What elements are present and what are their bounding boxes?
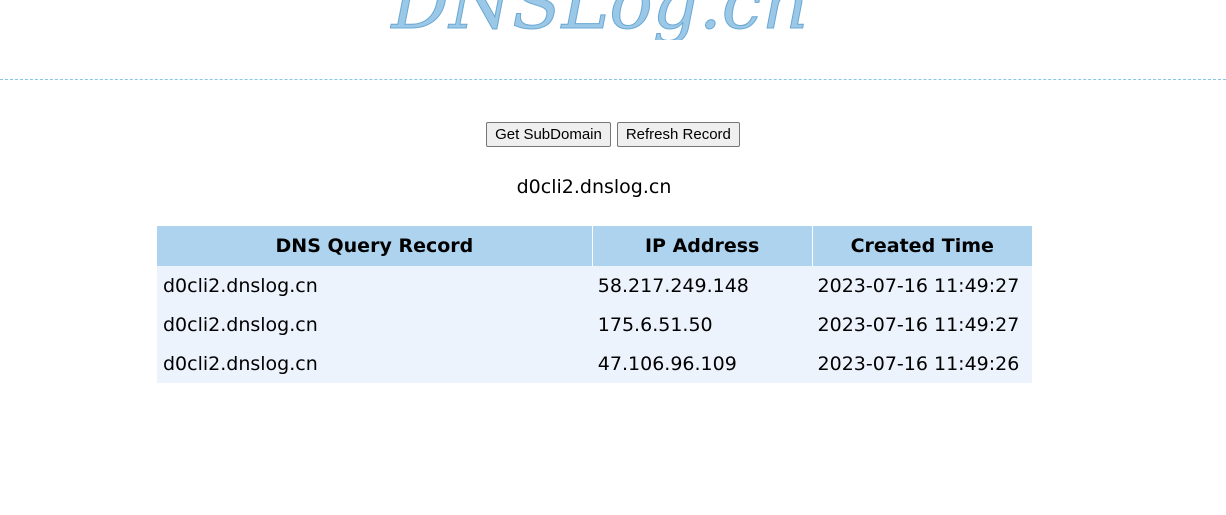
- logo-area: DNSLog.cn: [0, 0, 1226, 40]
- table-row: d0cli2.dnslog.cn 47.106.96.109 2023-07-1…: [157, 344, 1032, 383]
- logo-text: DNSLog.cn: [390, 0, 809, 40]
- cell-created-time: 2023-07-16 11:49:27: [811, 266, 1032, 305]
- subdomain-text: d0cli2.dnslog.cn: [516, 176, 672, 198]
- cell-dns-query-record: d0cli2.dnslog.cn: [157, 266, 592, 305]
- cell-ip-address: 47.106.96.109: [591, 344, 812, 383]
- dnslog-page: DNSLog.cn Get SubDomain Refresh Record d…: [0, 0, 1226, 515]
- header-ip-address: IP Address: [591, 226, 812, 266]
- header-created-time: Created Time: [811, 226, 1032, 266]
- dashed-divider: [0, 79, 1226, 80]
- dns-records-table: DNS Query Record IP Address Created Time…: [157, 226, 1032, 383]
- table-row: d0cli2.dnslog.cn 175.6.51.50 2023-07-16 …: [157, 305, 1032, 344]
- table-row: d0cli2.dnslog.cn 58.217.249.148 2023-07-…: [157, 266, 1032, 305]
- cell-dns-query-record: d0cli2.dnslog.cn: [157, 344, 592, 383]
- table-header-row: DNS Query Record IP Address Created Time: [157, 226, 1032, 266]
- get-subdomain-button[interactable]: Get SubDomain: [486, 122, 611, 147]
- action-buttons: Get SubDomain Refresh Record: [0, 122, 1226, 147]
- dnslog-logo-image: DNSLog.cn: [389, 0, 809, 40]
- cell-ip-address: 175.6.51.50: [591, 305, 812, 344]
- cell-created-time: 2023-07-16 11:49:27: [811, 305, 1032, 344]
- header-dns-query-record: DNS Query Record: [157, 226, 592, 266]
- cell-dns-query-record: d0cli2.dnslog.cn: [157, 305, 592, 344]
- cell-created-time: 2023-07-16 11:49:26: [811, 344, 1032, 383]
- refresh-record-button[interactable]: Refresh Record: [616, 122, 740, 147]
- cell-ip-address: 58.217.249.148: [591, 266, 812, 305]
